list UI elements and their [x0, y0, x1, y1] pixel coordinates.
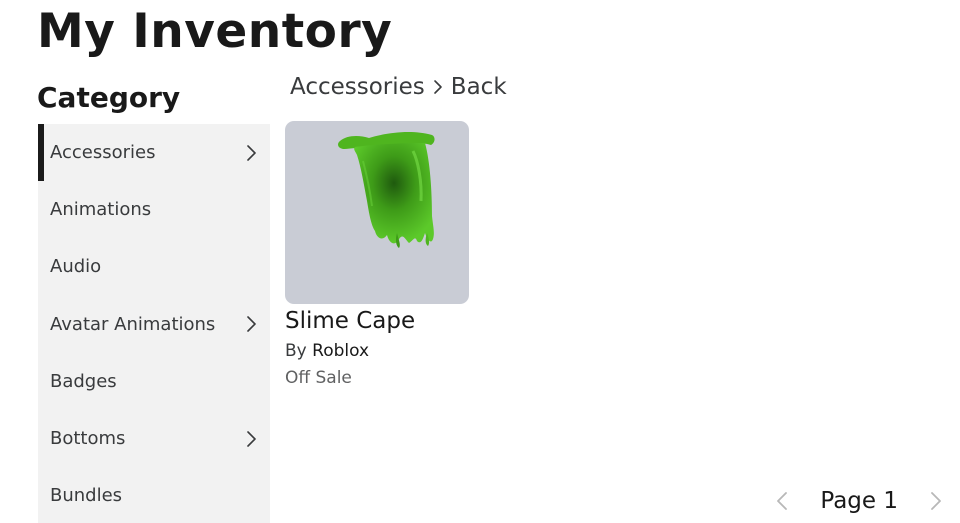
creator-link[interactable]: Roblox — [312, 341, 369, 361]
page-indicator: Page 1 — [820, 488, 898, 514]
pagination: Page 1 — [772, 486, 946, 516]
item-thumbnail[interactable] — [285, 121, 469, 304]
chevron-right-icon — [931, 492, 941, 510]
page-title: My Inventory — [37, 4, 393, 59]
breadcrumb: Accessories Back — [290, 74, 507, 100]
chevron-right-icon — [244, 430, 258, 448]
chevron-right-icon — [244, 144, 258, 162]
item-card[interactable]: Slime Cape By Roblox Off Sale — [285, 121, 469, 389]
next-page-button[interactable] — [926, 486, 946, 516]
creator-prefix: By — [285, 341, 307, 361]
sidebar-item-label: Bundles — [50, 485, 123, 507]
sidebar-item-label: Avatar Animations — [50, 313, 216, 335]
previous-page-button[interactable] — [772, 486, 792, 516]
sidebar-item-bottoms[interactable]: Bottoms — [38, 410, 270, 467]
sidebar-item-label: Accessories — [50, 142, 156, 164]
chevron-right-icon — [429, 77, 447, 97]
category-sidebar: Accessories Animations Audio Avatar Anim… — [38, 124, 270, 523]
item-name[interactable]: Slime Cape — [285, 306, 469, 336]
sidebar-item-bundles[interactable]: Bundles — [38, 467, 270, 523]
sidebar-item-label: Audio — [50, 256, 102, 278]
sidebar-item-accessories[interactable]: Accessories — [38, 124, 270, 182]
item-creator: By Roblox — [285, 340, 469, 362]
sidebar-item-audio[interactable]: Audio — [38, 238, 270, 295]
sidebar-item-badges[interactable]: Badges — [38, 353, 270, 410]
breadcrumb-current[interactable]: Accessories — [290, 74, 425, 100]
sidebar-item-animations[interactable]: Animations — [38, 181, 270, 238]
breadcrumb-back-link[interactable]: Back — [451, 74, 507, 100]
item-price-status: Off Sale — [285, 368, 352, 388]
slime-cape-image — [338, 131, 435, 248]
chevron-right-icon — [244, 315, 258, 333]
sidebar-item-avatar-animations[interactable]: Avatar Animations — [38, 296, 270, 353]
category-heading: Category — [37, 81, 181, 114]
sidebar-item-label: Badges — [50, 370, 117, 392]
sidebar-item-label: Bottoms — [50, 428, 126, 450]
sidebar-item-label: Animations — [50, 199, 152, 221]
chevron-left-icon — [777, 492, 788, 510]
